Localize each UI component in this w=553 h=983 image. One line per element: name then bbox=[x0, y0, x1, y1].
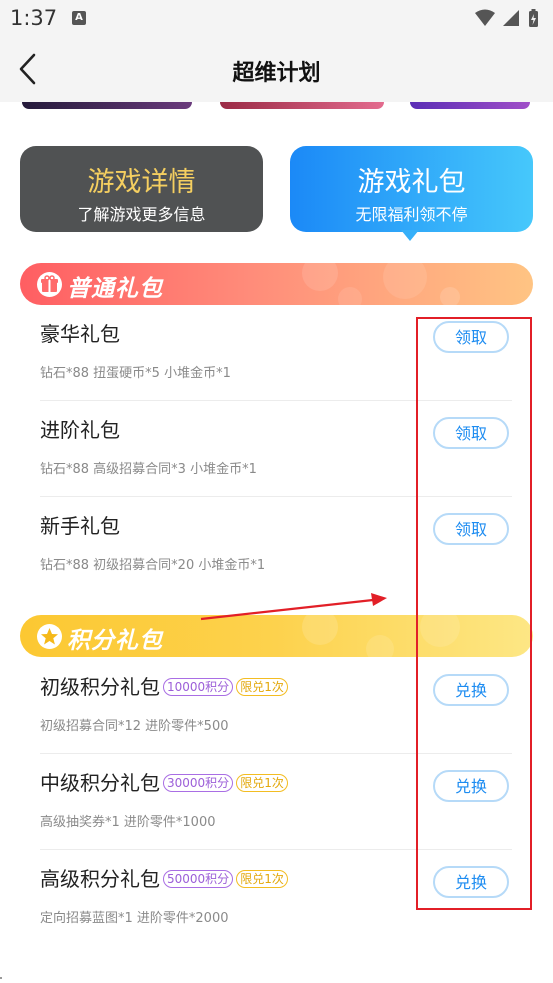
banner-thumb[interactable] bbox=[22, 102, 192, 109]
tab-title: 游戏详情 bbox=[87, 167, 196, 198]
tab-subtitle: 无限福利领不停 bbox=[355, 205, 468, 224]
page-title: 超维计划 bbox=[232, 61, 321, 86]
gift-name: 豪华礼包 bbox=[40, 322, 120, 346]
gift-contents: 定向招募蓝图*1 进阶零件*2000 bbox=[40, 911, 229, 926]
limit-badge: 限兑1次 bbox=[236, 678, 288, 696]
status-time: 1:37 bbox=[10, 6, 58, 30]
points-cost-badge: 50000积分 bbox=[163, 870, 234, 888]
annotation-highlight-box bbox=[416, 317, 532, 910]
gift-name: 中级积分礼包 30000积分 限兑1次 bbox=[40, 767, 288, 796]
limit-badge: 限兑1次 bbox=[236, 870, 288, 888]
star-icon bbox=[37, 624, 62, 649]
gift-name-text: 初级积分礼包 bbox=[40, 675, 160, 699]
gift-contents: 高级抽奖券*1 进阶零件*1000 bbox=[40, 815, 216, 830]
gift-contents: 初级招募合同*12 进阶零件*500 bbox=[40, 719, 229, 734]
active-tab-indicator bbox=[401, 230, 419, 241]
app-header: 超维计划 bbox=[0, 36, 553, 102]
gift-contents: 钻石*88 初级招募合同*20 小堆金币*1 bbox=[40, 558, 266, 573]
notification-icon: A bbox=[72, 11, 86, 25]
tab-game-details[interactable]: 游戏详情 了解游戏更多信息 bbox=[20, 146, 263, 232]
gift-name: 高级积分礼包 50000积分 限兑1次 bbox=[40, 863, 288, 892]
tab-game-gifts[interactable]: 游戏礼包 无限福利领不停 bbox=[290, 146, 533, 232]
banner-thumb[interactable] bbox=[410, 102, 530, 109]
gift-name: 进阶礼包 bbox=[40, 418, 120, 442]
status-icons bbox=[473, 8, 543, 32]
gift-name: 新手礼包 bbox=[40, 514, 120, 538]
gift-icon bbox=[37, 272, 62, 297]
points-cost-badge: 10000积分 bbox=[163, 678, 234, 696]
gift-name: 初级积分礼包 10000积分 限兑1次 bbox=[40, 671, 288, 700]
section-title: 普通礼包 bbox=[67, 276, 163, 302]
gift-contents: 钻石*88 扭蛋硬币*5 小堆金币*1 bbox=[40, 366, 231, 381]
section-title: 积分礼包 bbox=[67, 628, 163, 654]
edge-mark bbox=[0, 977, 2, 979]
section-header-normal-gifts: 普通礼包 bbox=[20, 263, 533, 305]
limit-badge: 限兑1次 bbox=[236, 774, 288, 792]
gift-name-text: 中级积分礼包 bbox=[40, 771, 160, 795]
gift-contents: 钻石*88 高级招募合同*3 小堆金币*1 bbox=[40, 462, 257, 477]
banner-thumb[interactable] bbox=[220, 102, 384, 109]
annotation-arrow bbox=[200, 593, 387, 621]
status-bar: 1:37 A bbox=[0, 0, 553, 36]
tab-title: 游戏礼包 bbox=[357, 167, 466, 198]
signal-icon bbox=[503, 10, 519, 26]
gift-name-text: 高级积分礼包 bbox=[40, 867, 160, 891]
banner-carousel[interactable] bbox=[0, 102, 553, 110]
points-cost-badge: 30000积分 bbox=[163, 774, 234, 792]
tab-subtitle: 了解游戏更多信息 bbox=[77, 205, 206, 224]
wifi-icon bbox=[475, 9, 495, 26]
